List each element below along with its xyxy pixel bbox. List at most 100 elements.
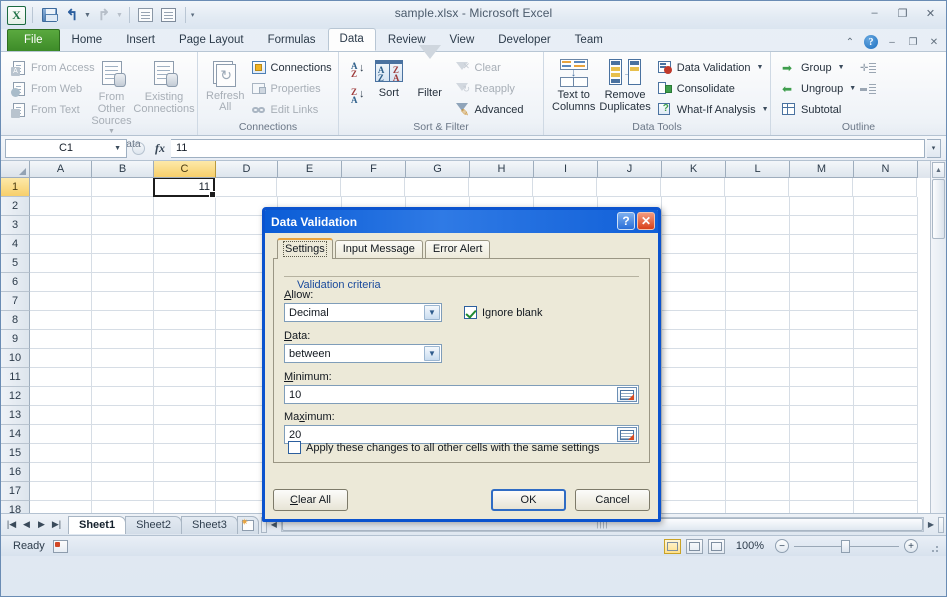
row-header-17[interactable]: 17 (1, 482, 30, 501)
advanced-filter-button[interactable]: ✎ Advanced (451, 99, 538, 120)
cell-m3[interactable] (790, 216, 854, 235)
cell-n4[interactable] (854, 235, 918, 254)
cell-c10[interactable] (154, 349, 216, 368)
cell-l3[interactable] (726, 216, 790, 235)
cell-l13[interactable] (726, 406, 790, 425)
column-header-k[interactable]: K (662, 161, 726, 178)
dialog-tab-input-message[interactable]: Input Message (334, 240, 423, 259)
zoom-in-button[interactable]: + (904, 539, 918, 553)
cell-a12[interactable] (30, 387, 92, 406)
consolidate-button[interactable]: Consolidate (653, 78, 768, 99)
cell-m12[interactable] (790, 387, 854, 406)
cell-c17[interactable] (154, 482, 216, 501)
edit-links-button[interactable]: Edit Links (247, 99, 335, 120)
cell-a11[interactable] (30, 368, 92, 387)
cell-k13[interactable] (662, 406, 726, 425)
remove-duplicates-button[interactable]: → Remove Duplicates (597, 57, 652, 117)
column-header-f[interactable]: F (342, 161, 406, 178)
cell-k3[interactable] (662, 216, 726, 235)
cell-c15[interactable] (154, 444, 216, 463)
tab-file[interactable]: File (7, 29, 60, 51)
cell-m17[interactable] (790, 482, 854, 501)
cell-a17[interactable] (30, 482, 92, 501)
cell-b4[interactable] (92, 235, 154, 254)
column-header-n[interactable]: N (854, 161, 918, 178)
cell-a5[interactable] (30, 254, 92, 273)
ignore-blank-checkbox[interactable] (464, 306, 477, 319)
cell-l1[interactable] (725, 178, 789, 197)
sort-ascending-button[interactable]: A Z ↓ (345, 59, 369, 85)
cell-m13[interactable] (790, 406, 854, 425)
row-header-13[interactable]: 13 (1, 406, 30, 425)
cell-n17[interactable] (854, 482, 918, 501)
page-layout-view-button[interactable] (685, 538, 703, 554)
cell-a4[interactable] (30, 235, 92, 254)
name-box-dropdown-icon[interactable]: ▼ (114, 145, 121, 152)
cell-m16[interactable] (790, 463, 854, 482)
clear-all-button[interactable]: Clear All (273, 489, 348, 511)
cell-c9[interactable] (154, 330, 216, 349)
cell-k15[interactable] (662, 444, 726, 463)
cell-c7[interactable] (154, 292, 216, 311)
cell-b12[interactable] (92, 387, 154, 406)
cell-b3[interactable] (92, 216, 154, 235)
cancel-button[interactable]: Cancel (575, 489, 650, 511)
collapse-ribbon-icon[interactable]: ⌃ (843, 37, 857, 48)
column-header-d[interactable]: D (216, 161, 278, 178)
close-button[interactable]: ✕ (921, 5, 940, 21)
cell-b7[interactable] (92, 292, 154, 311)
group-dropdown-icon[interactable]: ▼ (838, 64, 845, 71)
cell-m15[interactable] (790, 444, 854, 463)
zoom-slider-thumb[interactable] (841, 539, 850, 553)
minimum-range-selector-icon[interactable] (617, 387, 637, 402)
tab-team[interactable]: Team (563, 29, 615, 51)
tab-developer[interactable]: Developer (486, 29, 562, 51)
cell-c5[interactable] (154, 254, 216, 273)
row-header-3[interactable]: 3 (1, 216, 30, 235)
cell-a3[interactable] (30, 216, 92, 235)
column-header-b[interactable]: B (92, 161, 154, 178)
cell-b14[interactable] (92, 425, 154, 444)
restore-workbook-icon[interactable]: ❐ (906, 37, 920, 48)
cell-m2[interactable] (790, 197, 854, 216)
page-break-preview-button[interactable] (707, 538, 725, 554)
cell-c4[interactable] (154, 235, 216, 254)
prev-sheet-button[interactable]: ◀ (20, 519, 33, 530)
cell-b15[interactable] (92, 444, 154, 463)
cell-c1[interactable]: 11 (153, 178, 216, 198)
dialog-tab-settings[interactable]: Settings (277, 238, 333, 259)
cell-n6[interactable] (854, 273, 918, 292)
row-header-12[interactable]: 12 (1, 387, 30, 406)
column-header-i[interactable]: I (534, 161, 598, 178)
cell-n18[interactable] (854, 501, 918, 513)
resize-grip[interactable] (926, 540, 938, 552)
row-header-4[interactable]: 4 (1, 235, 30, 254)
cell-l18[interactable] (726, 501, 790, 513)
normal-view-button[interactable] (663, 538, 681, 554)
row-header-6[interactable]: 6 (1, 273, 30, 292)
properties-button[interactable]: Properties (247, 78, 335, 99)
row-header-16[interactable]: 16 (1, 463, 30, 482)
column-header-c[interactable]: C (154, 161, 216, 178)
cell-m7[interactable] (790, 292, 854, 311)
cell-l5[interactable] (726, 254, 790, 273)
ignore-blank-row[interactable]: Ignore blank (464, 306, 543, 319)
cell-k1[interactable] (661, 178, 725, 197)
cell-l7[interactable] (726, 292, 790, 311)
sort-descending-button[interactable]: Z A ↓ (345, 85, 369, 111)
cell-e1[interactable] (277, 178, 341, 197)
data-dropdown-icon[interactable]: ▼ (424, 346, 440, 361)
cell-l17[interactable] (726, 482, 790, 501)
allow-dropdown-icon[interactable]: ▼ (424, 305, 440, 320)
chevron-down-icon[interactable]: ▼ (108, 128, 115, 135)
row-header-9[interactable]: 9 (1, 330, 30, 349)
cell-m14[interactable] (790, 425, 854, 444)
cell-b16[interactable] (92, 463, 154, 482)
cell-m8[interactable] (790, 311, 854, 330)
cell-c8[interactable] (154, 311, 216, 330)
maximum-range-selector-icon[interactable] (617, 427, 637, 442)
row-header-2[interactable]: 2 (1, 197, 30, 216)
horizontal-split-handle[interactable] (938, 516, 944, 533)
filter-button[interactable]: Filter (409, 45, 451, 103)
cell-c11[interactable] (154, 368, 216, 387)
